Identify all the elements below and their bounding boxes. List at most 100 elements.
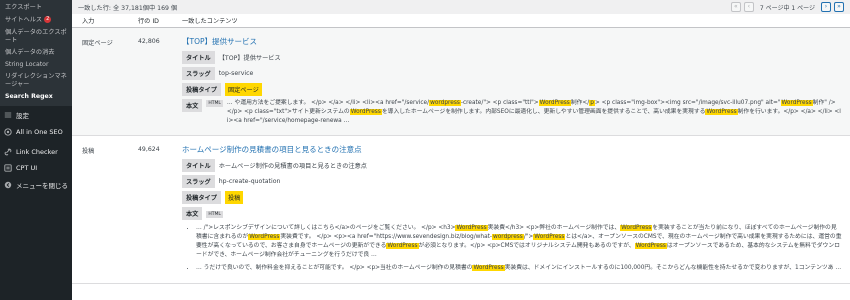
context-text: … /">レスポンシブデザインについて詳しくはこちら</a>のページをご覧くださ… <box>196 225 456 231</box>
context-text: -create/"> <p class="ttl"> <box>460 100 539 106</box>
header-type: 入力 <box>82 18 95 25</box>
field-value[interactable]: top-service <box>219 70 254 77</box>
context-text: … うだけで良いので、制作料金を抑えることが可能です。 </p> <p>当社のホ… <box>196 265 473 271</box>
search-match-highlight[interactable]: WordPress <box>705 109 738 115</box>
body-field: 本文 HTML <box>182 207 842 220</box>
sidebar-item-label: All in One SEO <box>16 127 63 136</box>
sidebar-item-export-personal-data[interactable]: 個人データのエクスポート <box>0 27 72 47</box>
field-label: 本文 <box>182 207 203 220</box>
field-label: 本文 <box>182 99 203 112</box>
sidebar-item-label: メニューを閉じる <box>16 181 68 190</box>
title-field: タイトル 【TOP】提供サービス <box>182 51 842 64</box>
sidebar-item-string-locator[interactable]: String Locator <box>0 59 72 71</box>
post-title-link[interactable]: ホームページ制作の見積書の項目と見るときの注意点 <box>182 144 842 155</box>
field-label: タイトル <box>182 159 215 172</box>
field-value[interactable]: 固定ページ <box>224 83 262 96</box>
results-count: 一致した行: 全 37,181個中 169 個 <box>78 4 178 12</box>
context-text: 実装費です。 </p> <p><a href="https://www.seve… <box>280 234 493 240</box>
sidebar-item-cpt-ui[interactable]: CPT UI <box>0 160 72 176</box>
header-content: 一致したコンテンツ <box>182 18 238 25</box>
aioseo-icon <box>4 127 12 136</box>
field-value[interactable]: ホームページ制作の見積書の項目と見るときの注意点 <box>219 161 367 170</box>
match-list: … /">レスポンシブデザインについて詳しくはこちら</a>のページをご覧くださ… <box>182 224 842 273</box>
html-badge: HTML <box>206 210 223 218</box>
cptui-icon <box>4 163 12 172</box>
sidebar-item-label: CPT UI <box>16 163 38 172</box>
search-match-highlight[interactable]: WordPress <box>620 225 653 231</box>
search-match-highlight[interactable]: WordPress <box>248 234 281 240</box>
context-text: 実装費は、ドメインにインストールするのに100,000円。そこからどんな機能性を… <box>504 265 842 271</box>
context-text: 制作</ <box>570 100 590 106</box>
sidebar-item-export[interactable]: エクスポート <box>0 2 72 14</box>
context-text: … や運用方法をご提案します。 </p> </a> </li> <li><a h… <box>226 100 430 106</box>
field-label: スラッグ <box>182 67 215 80</box>
sidebar-item-label: 設定 <box>16 111 29 120</box>
collapse-menu-button[interactable]: メニューを閉じる <box>0 176 72 194</box>
sidebar-item-erase-personal-data[interactable]: 個人データの消去 <box>0 47 72 59</box>
row-id: 42,806 <box>138 38 160 45</box>
context-text: が必須となります。</p> <p>CMSではオリジナルシステム開発もあるのですが… <box>418 243 635 249</box>
post-type-field: 投稿タイプ 投稿 <box>182 191 842 204</box>
title-field: タイトル ホームページ制作の見積書の項目と見るときの注意点 <box>182 159 842 172</box>
sidebar-item-search-regex[interactable]: Search Regex <box>0 91 72 103</box>
prev-page-button[interactable]: ‹ <box>743 2 754 12</box>
sidebar-item-redirection-manager[interactable]: リダイレクションマネージャー <box>0 71 72 91</box>
field-label: タイトル <box>182 51 215 64</box>
table-row: 投稿 49,624 ホームページ制作の見積書の項目と見るときの注意点 タイトル … <box>72 136 850 284</box>
body-field: 本文 HTML … や運用方法をご提案します。 </p> </a> </li> … <box>182 99 842 126</box>
results-topbar: 一致した行: 全 37,181個中 169 個 « ‹ 7 ページ中 1 ページ… <box>72 0 850 14</box>
tools-submenu: エクスポート サイトヘルス 2 個人データのエクスポート 個人データの消去 Str… <box>0 0 72 106</box>
field-value[interactable]: hp-create-quotation <box>219 178 281 185</box>
sidebar-item-site-health[interactable]: サイトヘルス 2 <box>0 14 72 27</box>
search-match-highlight[interactable]: WordPress <box>386 243 419 249</box>
html-badge: HTML <box>206 100 223 107</box>
search-match-highlight[interactable]: wordpress <box>492 234 524 240</box>
next-page-button[interactable]: › <box>821 2 831 12</box>
row-type: 投稿 <box>82 148 95 155</box>
sidebar-item-link-checker[interactable]: Link Checker <box>0 144 72 160</box>
context-text: 実装費</h3> <p>弊社のホームページ制作では、 <box>487 225 621 231</box>
search-match-highlight[interactable]: WordPress <box>780 100 813 106</box>
slug-field: スラッグ hp-create-quotation <box>182 175 842 188</box>
search-match-highlight[interactable]: WordPress <box>349 109 382 115</box>
row-content: ホームページ制作の見積書の項目と見るときの注意点 タイトル ホームページ制作の見… <box>182 136 850 283</box>
field-label: 投稿タイプ <box>182 83 221 96</box>
search-match-highlight[interactable]: WordPress <box>472 265 505 271</box>
pagination: « ‹ 7 ページ中 1 ページ › » <box>730 2 844 12</box>
search-match-highlight[interactable]: WordPress <box>533 234 566 240</box>
field-label: 投稿タイプ <box>182 191 221 204</box>
settings-icon <box>4 111 12 119</box>
sidebar-item-label: Link Checker <box>16 147 58 156</box>
field-value[interactable]: 投稿 <box>224 191 244 204</box>
collapse-menu-icon <box>4 181 12 189</box>
first-page-button[interactable]: « <box>730 2 741 12</box>
post-type-field: 投稿タイプ 固定ページ <box>182 83 842 96</box>
main-content: 一致した行: 全 37,181個中 169 個 « ‹ 7 ページ中 1 ページ… <box>72 0 850 300</box>
last-page-button[interactable]: » <box>834 2 844 12</box>
search-match-highlight[interactable]: WordPress <box>455 225 488 231</box>
context-text: を導入したホームページを制作します。内部SEOに最適化し、更新しやすい管理画面を… <box>381 109 706 115</box>
post-title-link[interactable]: 【TOP】提供サービス <box>182 36 842 47</box>
header-row-id: 行の ID <box>138 18 159 25</box>
context-text: > <p class="img-box"><img src="/image/sv… <box>594 100 781 106</box>
search-match-highlight[interactable]: wordpress <box>429 100 461 106</box>
slug-field: スラッグ top-service <box>182 67 842 80</box>
search-match-highlight[interactable]: WordPress <box>538 100 571 106</box>
row-content: 【TOP】提供サービス タイトル 【TOP】提供サービス スラッグ top-se… <box>182 28 850 135</box>
admin-sidebar: エクスポート サイトヘルス 2 個人データのエクスポート 個人データの消去 Str… <box>0 0 72 300</box>
search-match-highlight[interactable]: WordPress <box>634 243 667 249</box>
list-item[interactable]: … うだけで良いので、制作料金を抑えることが可能です。 </p> <p>当社のホ… <box>196 264 842 273</box>
sidebar-item-label: サイトヘルス <box>5 16 43 24</box>
context-text: /"> <box>523 234 534 240</box>
field-label: スラッグ <box>182 175 215 188</box>
table-row: 固定ページ 42,806 【TOP】提供サービス タイトル 【TOP】提供サービ… <box>72 28 850 136</box>
field-value[interactable]: 【TOP】提供サービス <box>219 53 281 62</box>
sidebar-item-settings[interactable]: 設定 <box>0 106 72 124</box>
link-checker-icon <box>4 148 12 156</box>
page-indicator: 7 ページ中 1 ページ <box>759 4 815 12</box>
body-context[interactable]: … や運用方法をご提案します。 </p> </a> </li> <li><a h… <box>227 99 842 126</box>
row-id: 49,624 <box>138 146 160 153</box>
list-item[interactable]: … /">レスポンシブデザインについて詳しくはこちら</a>のページをご覧くださ… <box>196 224 842 260</box>
row-type: 固定ページ <box>82 40 113 47</box>
sidebar-item-aioseo[interactable]: All in One SEO <box>0 124 72 140</box>
